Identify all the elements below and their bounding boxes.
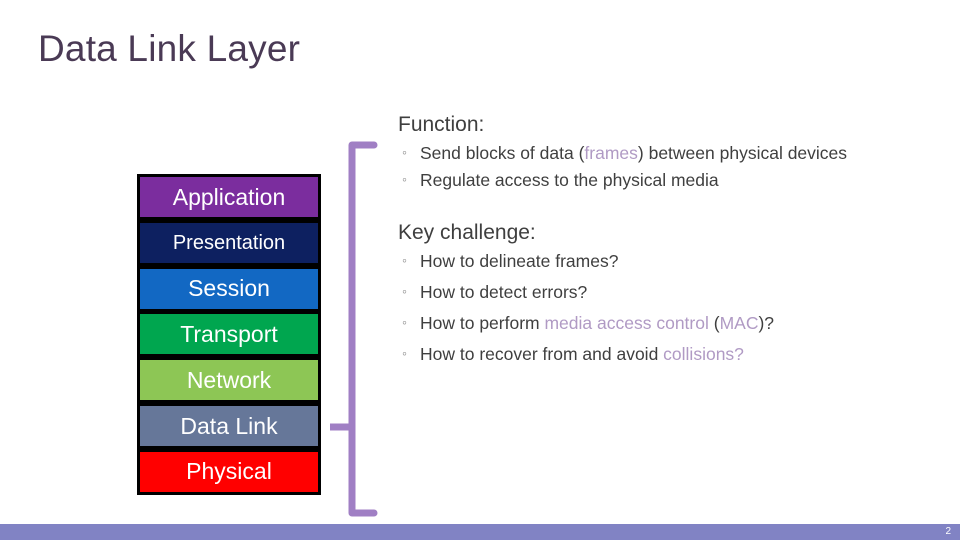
footer-bar: 2 [0, 524, 960, 540]
slide: Data Link Layer Application Presentation… [0, 0, 960, 540]
osi-layer-label: Physical [186, 458, 272, 485]
osi-layer-label: Application [172, 183, 286, 210]
osi-layer-network: Network [140, 360, 318, 401]
list-item: ◦ How to detect errors? [398, 280, 918, 306]
osi-layer-label: Network [186, 366, 272, 393]
osi-layer-label: Session [188, 275, 270, 302]
bullet-text-highlight: collisions? [663, 343, 744, 364]
osi-layer-label: Transport [180, 320, 278, 347]
bullet-text-highlight-2: MAC [719, 313, 759, 334]
list-item: ◦ Regulate access to the physical media [398, 168, 918, 194]
content-column: Function: ◦ Send blocks of data (frames) … [398, 112, 918, 373]
bullet-text-post-2: )? [758, 313, 775, 334]
osi-layer-application: Application [140, 177, 318, 217]
bullet-circle-icon: ◦ [402, 144, 407, 161]
list-item: ◦ Send blocks of data (frames) between ph… [398, 141, 918, 167]
bullet-circle-icon: ◦ [402, 283, 407, 300]
osi-layer-stack: Application Presentation Session Transpo… [137, 174, 321, 495]
osi-layer-data-link: Data Link [140, 406, 318, 447]
bullet-text-pre: Send blocks of data ( [420, 143, 585, 164]
function-heading: Function: [398, 113, 485, 136]
challenge-heading: Key challenge: [398, 221, 536, 245]
challenge-bullet-list: ◦ How to delineate frames? ◦ How to detect… [398, 249, 918, 368]
osi-layer-physical: Physical [140, 451, 318, 492]
osi-layer-session: Session [140, 268, 318, 309]
curly-brace-connector [330, 141, 378, 517]
bullet-text-pre: How to delineate frames? [420, 251, 619, 272]
bullet-text-pre: How to detect errors? [420, 282, 588, 303]
function-bullet-list: ◦ Send blocks of data (frames) between ph… [398, 141, 918, 194]
bullet-text-pre: How to recover from and avoid [420, 343, 664, 364]
bullet-text-pre: How to perform [420, 313, 545, 334]
page-title: Data Link Layer [38, 28, 301, 69]
list-item: ◦ How to delineate frames? [398, 249, 918, 275]
bullet-text-highlight: media access control [544, 313, 709, 334]
osi-layer-transport: Transport [140, 314, 318, 355]
bullet-text-highlight: frames [584, 143, 638, 164]
page-number: 2 [945, 526, 951, 537]
bullet-circle-icon: ◦ [402, 252, 407, 269]
bullet-text-pre: Regulate access to the physical media [420, 170, 719, 191]
osi-layer-presentation: Presentation [140, 222, 318, 263]
bullet-circle-icon: ◦ [402, 344, 407, 361]
bullet-circle-icon: ◦ [402, 171, 407, 188]
osi-layer-label: Presentation [172, 231, 286, 254]
list-item: ◦ How to perform media access control (MA… [398, 311, 918, 337]
osi-layer-label: Data Link [180, 412, 278, 439]
bullet-text-post: ) between physical devices [637, 143, 848, 164]
bullet-text-post: ( [708, 313, 720, 334]
bullet-circle-icon: ◦ [402, 314, 407, 331]
list-item: ◦ How to recover from and avoid collision… [398, 342, 918, 368]
